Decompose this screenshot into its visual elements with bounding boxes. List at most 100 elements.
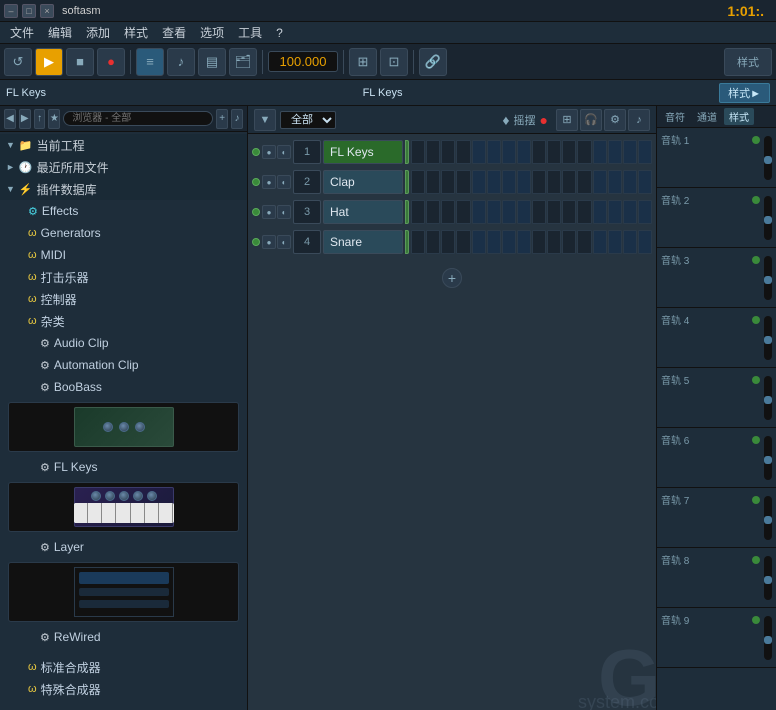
step[interactable] <box>517 230 531 254</box>
step[interactable] <box>487 170 501 194</box>
sidebar-item-current-project[interactable]: ▼ 📁 当前工程 <box>0 134 247 156</box>
step[interactable] <box>502 230 516 254</box>
step[interactable] <box>456 200 470 224</box>
menu-edit[interactable]: 编辑 <box>42 22 78 43</box>
seq-grid-button[interactable]: ⊞ <box>556 109 578 131</box>
track-1-solo[interactable]: ◐ <box>277 145 291 159</box>
step[interactable] <box>547 170 561 194</box>
seq-headphone-button[interactable]: 🎧 <box>580 109 602 131</box>
step[interactable] <box>577 200 591 224</box>
sidebar-item-recent-files[interactable]: ► 🕐 最近所用文件 <box>0 156 247 178</box>
track-1-mute[interactable]: ● <box>262 145 276 159</box>
close-button[interactable]: × <box>40 4 54 18</box>
step[interactable] <box>532 230 546 254</box>
sidebar-bookmark-button[interactable]: ★ <box>48 109 60 129</box>
step[interactable] <box>547 200 561 224</box>
step[interactable] <box>487 230 501 254</box>
step[interactable] <box>623 200 637 224</box>
track-1-name[interactable]: FL Keys ▌ <box>323 140 403 164</box>
track-2-name[interactable]: Clap <box>323 170 403 194</box>
sidebar-item-misc[interactable]: ω 杂类 <box>0 310 247 332</box>
stop-button[interactable]: ■ <box>66 48 94 76</box>
browser-button[interactable]: 🗂 <box>229 48 257 76</box>
mixer-track-8-fader[interactable] <box>764 556 772 600</box>
style-button[interactable]: 样式 <box>724 48 772 76</box>
step[interactable] <box>638 230 652 254</box>
track-4-mute[interactable]: ● <box>262 235 276 249</box>
step[interactable] <box>562 230 576 254</box>
step[interactable] <box>623 140 637 164</box>
step[interactable] <box>456 140 470 164</box>
pattern-button[interactable]: ≡ <box>136 48 164 76</box>
step[interactable] <box>502 170 516 194</box>
step[interactable] <box>593 230 607 254</box>
grid-button[interactable]: ⊞ <box>349 48 377 76</box>
search-input[interactable] <box>63 111 213 126</box>
sidebar-audio-button[interactable]: ♪ <box>231 109 243 129</box>
step[interactable] <box>562 140 576 164</box>
step[interactable] <box>411 200 425 224</box>
mixer-track-2-fader[interactable] <box>764 196 772 240</box>
step[interactable] <box>426 140 440 164</box>
sidebar-new-button[interactable]: + <box>216 109 228 129</box>
step[interactable] <box>472 200 486 224</box>
menu-style[interactable]: 样式 <box>118 22 154 43</box>
mixer-track-4-fader[interactable] <box>764 316 772 360</box>
step[interactable] <box>638 170 652 194</box>
loop-button[interactable]: ↺ <box>4 48 32 76</box>
mixer-track-1-fader[interactable] <box>764 136 772 180</box>
track-3-name[interactable]: Hat <box>323 200 403 224</box>
sidebar-item-std-synth[interactable]: ω 标准合成器 <box>0 656 247 678</box>
seq-arrow-button[interactable]: ▼ <box>254 109 276 131</box>
step[interactable] <box>608 200 622 224</box>
mixer-button[interactable]: ▤ <box>198 48 226 76</box>
step[interactable] <box>441 140 455 164</box>
step[interactable] <box>547 230 561 254</box>
sidebar-item-special-synth[interactable]: ω 特殊合成器 <box>0 678 247 700</box>
track-4-vol[interactable] <box>405 230 409 254</box>
step[interactable] <box>517 170 531 194</box>
step[interactable] <box>472 140 486 164</box>
step[interactable] <box>426 230 440 254</box>
step[interactable] <box>577 230 591 254</box>
sidebar-item-rewired[interactable]: ⚙ ReWired <box>0 626 247 648</box>
step[interactable] <box>577 140 591 164</box>
mixer-tab-style[interactable]: 样式 <box>724 108 754 125</box>
step[interactable] <box>608 140 622 164</box>
step[interactable] <box>638 200 652 224</box>
step[interactable] <box>502 140 516 164</box>
style-dropdown-button[interactable]: 样式► <box>719 83 770 103</box>
track-3-solo[interactable]: ◐ <box>277 205 291 219</box>
piano-button[interactable]: ♪ <box>167 48 195 76</box>
step[interactable] <box>411 140 425 164</box>
sidebar-item-audio-clip[interactable]: ⚙ Audio Clip <box>0 332 247 354</box>
bpm-display[interactable]: 100.000 <box>268 51 338 72</box>
menu-view[interactable]: 查看 <box>156 22 192 43</box>
sidebar-item-midi[interactable]: ω MIDI <box>0 244 247 266</box>
sidebar-item-layer[interactable]: ⚙ Layer <box>0 536 247 558</box>
seq-piano-button[interactable]: ♪ <box>628 109 650 131</box>
mixer-track-6-fader[interactable] <box>764 436 772 480</box>
track-4-solo[interactable]: ◐ <box>277 235 291 249</box>
step[interactable] <box>593 200 607 224</box>
menu-add[interactable]: 添加 <box>80 22 116 43</box>
sidebar-back-button[interactable]: ◀ <box>4 109 16 129</box>
step[interactable] <box>532 140 546 164</box>
menu-options[interactable]: 选项 <box>194 22 230 43</box>
step[interactable] <box>547 140 561 164</box>
sidebar-item-ctrl[interactable]: ω 控制器 <box>0 288 247 310</box>
step[interactable] <box>517 200 531 224</box>
mixer-track-3-fader[interactable] <box>764 256 772 300</box>
mixer-track-9-fader[interactable] <box>764 616 772 660</box>
step[interactable] <box>623 230 637 254</box>
menu-tools[interactable]: 工具 <box>232 22 268 43</box>
sidebar-item-plugin-db[interactable]: ▼ ⚡ 插件数据库 <box>0 178 247 200</box>
step[interactable] <box>638 140 652 164</box>
step[interactable] <box>426 170 440 194</box>
mixer-track-5-fader[interactable] <box>764 376 772 420</box>
sidebar-item-fl-keys[interactable]: ⚙ FL Keys <box>0 456 247 478</box>
step[interactable] <box>593 170 607 194</box>
step[interactable] <box>502 200 516 224</box>
track-2-vol[interactable] <box>405 170 409 194</box>
mixer-tab-notes[interactable]: 音符 <box>660 108 690 125</box>
